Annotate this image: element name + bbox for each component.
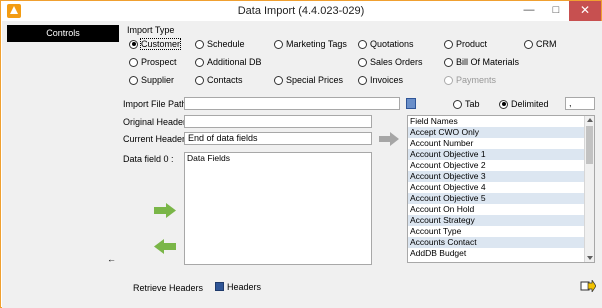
scroll-down-icon[interactable] — [587, 256, 593, 260]
data-import-window: Data Import (4.4.023-029) — □ ✕ Controls… — [0, 0, 602, 308]
import-type-label: Import Type — [127, 25, 175, 35]
radio-prospect[interactable]: Prospect — [129, 57, 177, 67]
main-content: Controls ← Import Type Customer Schedule… — [2, 21, 602, 308]
list-item[interactable]: Account Type — [408, 226, 594, 237]
list-item[interactable]: Account Objective 3 — [408, 171, 594, 182]
original-header-label: Original Header: — [123, 117, 189, 127]
radio-circle — [129, 39, 138, 49]
import-file-path-label: Import File Path: — [123, 99, 190, 109]
add-field-arrow-icon[interactable] — [154, 203, 176, 218]
title-bar: Data Import (4.4.023-029) — □ ✕ — [1, 1, 601, 21]
import-run-icon[interactable] — [580, 280, 596, 292]
radio-marketing-tags[interactable]: Marketing Tags — [274, 39, 347, 49]
radio-supplier[interactable]: Supplier — [129, 75, 174, 85]
current-header-input[interactable]: End of data fields — [184, 132, 372, 145]
maximize-button[interactable]: □ — [542, 1, 570, 21]
radio-delimited[interactable]: Delimited — [499, 99, 549, 109]
list-item[interactable]: Account Number — [408, 138, 594, 149]
radio-special-prices[interactable]: Special Prices — [274, 75, 343, 85]
field-names-scrollbar[interactable] — [584, 116, 594, 262]
list-item[interactable]: Accept CWO Only — [408, 127, 594, 138]
field-names-header: Field Names — [410, 116, 458, 126]
original-header-input[interactable] — [184, 115, 372, 128]
radio-payments[interactable]: Payments — [444, 75, 496, 85]
data-fields-header: Data Fields — [187, 153, 230, 163]
window-title: Data Import (4.4.023-029) — [237, 5, 365, 17]
radio-product[interactable]: Product — [444, 39, 487, 49]
radio-customer[interactable]: Customer — [129, 38, 182, 50]
controls-tab[interactable]: Controls — [7, 25, 119, 42]
map-arrow-icon[interactable] — [379, 132, 399, 146]
radio-additional-db[interactable]: Additional DB — [195, 57, 262, 67]
back-arrow-icon[interactable]: ← — [107, 254, 116, 264]
current-header-label: Current Header: — [123, 134, 188, 144]
list-item[interactable]: Account Objective 2 — [408, 160, 594, 171]
data-field-label: Data field 0 : — [123, 154, 174, 164]
list-item[interactable]: Accounts Contact — [408, 237, 594, 248]
scroll-up-icon[interactable] — [587, 118, 593, 122]
import-file-path-input[interactable] — [184, 97, 400, 110]
radio-tab[interactable]: Tab — [453, 99, 480, 109]
save-disk-icon — [215, 282, 224, 291]
radio-schedule[interactable]: Schedule — [195, 39, 245, 49]
browse-file-icon[interactable] — [406, 98, 416, 109]
minimize-button[interactable]: — — [515, 1, 543, 21]
remove-field-arrow-icon[interactable] — [154, 239, 176, 254]
headers-button[interactable]: Headers — [215, 282, 261, 292]
scroll-thumb[interactable] — [586, 126, 593, 164]
list-item[interactable]: Account Objective 4 — [408, 182, 594, 193]
radio-bill-of-materials[interactable]: Bill Of Materials — [444, 57, 519, 67]
radio-contacts[interactable]: Contacts — [195, 75, 243, 85]
field-names-list[interactable]: Field Names Accept CWO Only Account Numb… — [407, 115, 595, 263]
radio-sales-orders[interactable]: Sales Orders — [358, 57, 423, 67]
delimiter-input[interactable]: , — [565, 97, 595, 110]
list-item[interactable]: AddDB Budget — [408, 248, 594, 259]
list-item[interactable]: Account Objective 1 — [408, 149, 594, 160]
list-item[interactable]: Account Objective 5 — [408, 193, 594, 204]
close-button[interactable]: ✕ — [569, 1, 601, 21]
retrieve-headers-button[interactable]: Retrieve Headers — [133, 283, 203, 293]
radio-invoices[interactable]: Invoices — [358, 75, 403, 85]
radio-quotations[interactable]: Quotations — [358, 39, 414, 49]
data-fields-list[interactable]: Data Fields — [184, 152, 372, 265]
list-item[interactable]: Account On Hold — [408, 204, 594, 215]
radio-crm[interactable]: CRM — [524, 39, 557, 49]
list-item[interactable]: Account Strategy — [408, 215, 594, 226]
